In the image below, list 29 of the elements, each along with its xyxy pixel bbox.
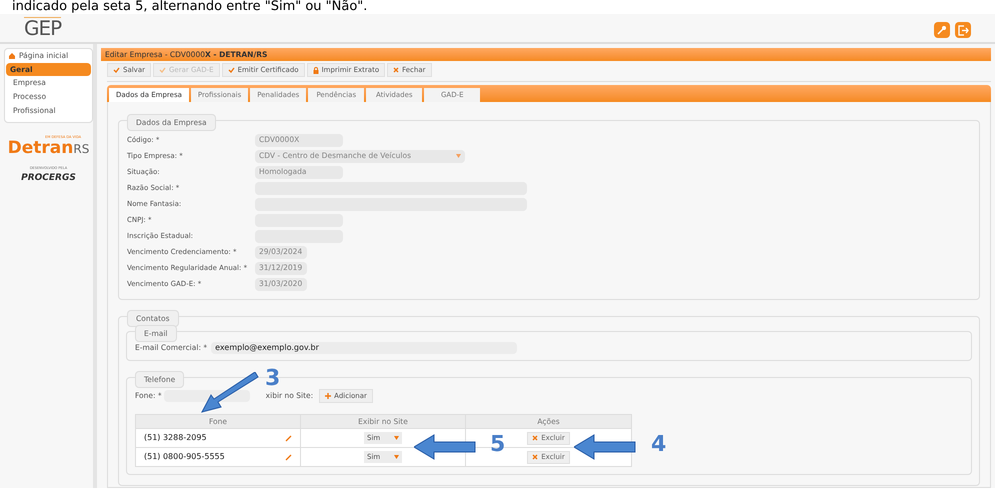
- close-icon: [532, 435, 538, 441]
- table-cell: (51) 0800-905-5555: [144, 451, 225, 463]
- arrow-annotation: [414, 434, 476, 460]
- arrow-annotation: [574, 434, 636, 460]
- key-icon[interactable]: [934, 22, 950, 38]
- logout-icon[interactable]: [955, 22, 971, 38]
- brand-logo: Detran: [8, 140, 74, 158]
- caret-icon: [456, 154, 461, 158]
- caret-icon: [394, 455, 399, 459]
- arrow-annotation: [200, 372, 260, 414]
- lock-icon: [312, 66, 319, 74]
- caret-icon: [394, 436, 399, 440]
- plus-icon: [325, 393, 332, 399]
- maker-logo: PROCERGS: [21, 172, 76, 184]
- close-icon: [393, 67, 400, 73]
- home-icon: [9, 53, 15, 59]
- check-icon: [113, 67, 120, 73]
- pencil-icon[interactable]: [285, 454, 292, 460]
- app-logo: GEP: [24, 17, 62, 38]
- pencil-icon[interactable]: [285, 434, 292, 442]
- check-icon: [159, 67, 166, 73]
- caption-text: indicado pela seta 5, alternando entre "Sim" ou "Não".: [11, 0, 368, 14]
- check-icon: [228, 67, 235, 73]
- annotation-number: 4: [651, 431, 666, 459]
- email-field[interactable]: exemplo@exemplo.gov.br: [211, 342, 518, 354]
- annotation-number: 5: [490, 431, 506, 459]
- table-cell: (51) 3288-2095: [144, 432, 207, 444]
- close-icon: [532, 454, 538, 460]
- brand-logo-suffix: RS: [73, 141, 90, 158]
